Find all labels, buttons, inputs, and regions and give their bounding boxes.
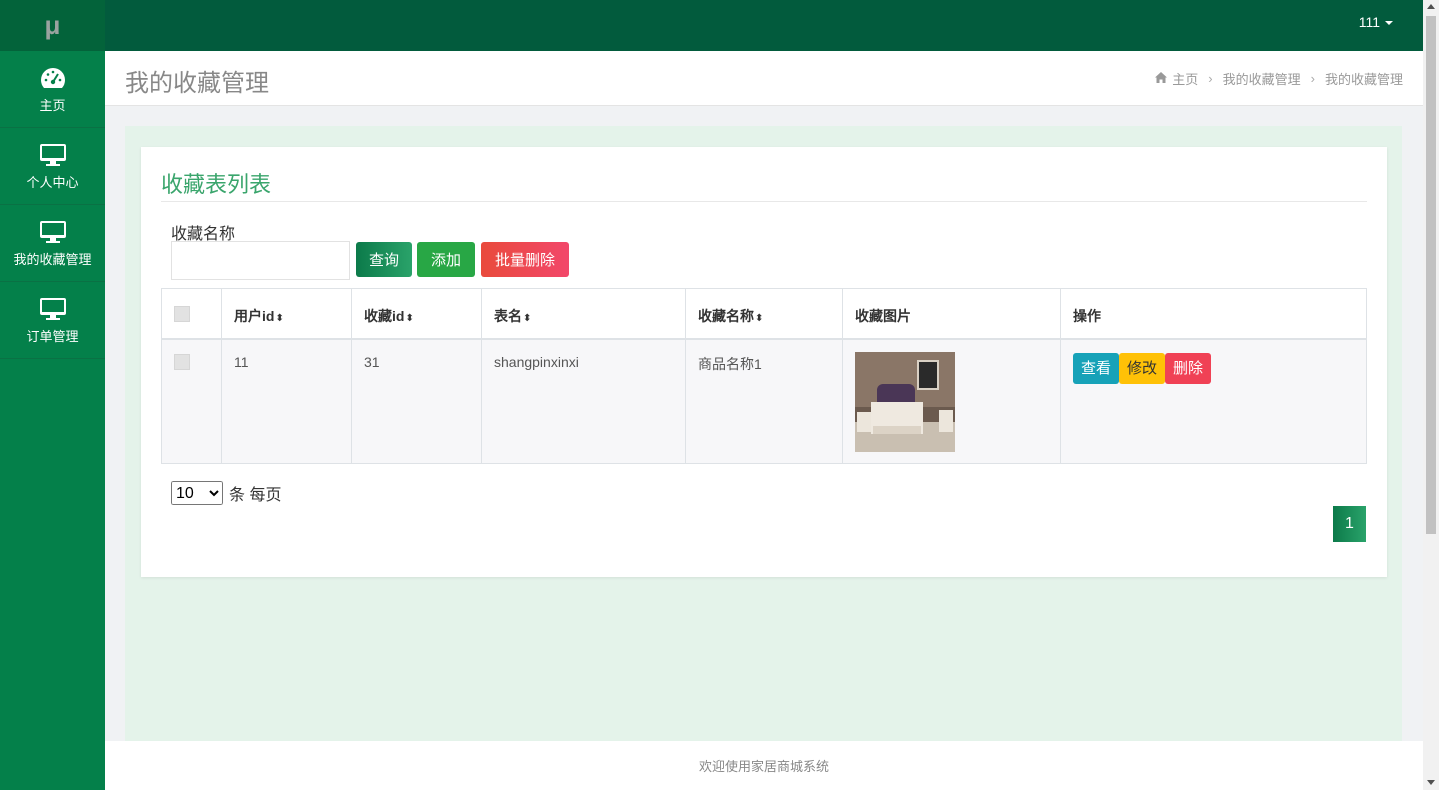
column-header-actions: 操作 [1060, 288, 1367, 340]
add-button[interactable]: 添加 [417, 242, 475, 277]
sort-icon: ⬍ [405, 313, 414, 324]
select-all-cell [161, 288, 222, 340]
sidebar-item-label: 个人中心 [26, 175, 79, 190]
batch-delete-button[interactable]: 批量删除 [481, 242, 569, 277]
breadcrumb: 主页 › 我的收藏管理 › 我的收藏管理 [1155, 69, 1403, 88]
monitor-icon [39, 218, 67, 246]
sort-icon: ⬍ [755, 313, 764, 324]
footer: 欢迎使用家居商城系统 [105, 741, 1423, 790]
cell-actions: 查看 修改 删除 [1060, 338, 1367, 464]
table-header-row: 用户id⬍ 收藏id⬍ 表名⬍ 收藏名称⬍ 收藏图片 操作 [161, 288, 1367, 340]
delete-button[interactable]: 删除 [1165, 352, 1212, 384]
scroll-down-icon[interactable] [1427, 780, 1435, 785]
caret-down-icon [1385, 21, 1393, 26]
monitor-icon [39, 295, 67, 323]
breadcrumb-home[interactable]: 主页 [1172, 69, 1198, 88]
sidebar-item-label: 主页 [39, 98, 66, 113]
pagination-page-1[interactable]: 1 [1333, 506, 1366, 542]
breadcrumb-separator-icon: › [1208, 71, 1213, 86]
column-header-user-id[interactable]: 用户id⬍ [221, 288, 352, 340]
row-select-cell [161, 338, 222, 464]
favorites-table: 用户id⬍ 收藏id⬍ 表名⬍ 收藏名称⬍ 收藏图片 操作 11 31 shan… [161, 288, 1367, 464]
page-size-select[interactable]: 10 [171, 481, 223, 505]
sidebar-item-my-favorites[interactable]: 我的收藏管理 [0, 205, 105, 282]
logo: μ [0, 0, 105, 51]
page-title: 我的收藏管理 [125, 70, 269, 97]
username: 111 [1358, 14, 1380, 30]
cell-fav-image [842, 338, 1061, 464]
sidebar-item-home[interactable]: 主页 [0, 51, 105, 128]
cell-fav-id: 31 [351, 338, 482, 464]
cell-user-id: 11 [221, 338, 352, 464]
search-input[interactable] [171, 241, 350, 280]
divider [161, 201, 1367, 202]
table-row: 11 31 shangpinxinxi 商品名称1 查看 修改 删除 [161, 338, 1367, 464]
breadcrumb-separator-icon: › [1310, 71, 1315, 86]
sort-icon: ⬍ [275, 313, 284, 324]
sidebar-item-label: 订单管理 [26, 329, 79, 344]
breadcrumb-item[interactable]: 我的收藏管理 [1223, 69, 1301, 88]
column-header-fav-id[interactable]: 收藏id⬍ [351, 288, 482, 340]
page-size-control: 10 条 每页 [171, 481, 281, 505]
favorites-card: 收藏表列表 收藏名称 查询 添加 批量删除 用户id⬍ 收藏id⬍ 表名⬍ 收藏… [141, 147, 1387, 577]
sidebar-item-personal-center[interactable]: 个人中心 [0, 128, 105, 205]
user-menu[interactable]: 111 [1359, 14, 1393, 30]
sort-icon: ⬍ [523, 313, 532, 324]
query-button[interactable]: 查询 [356, 242, 412, 277]
column-header-table-name[interactable]: 表名⬍ [481, 288, 686, 340]
breadcrumb-current: 我的收藏管理 [1324, 72, 1403, 87]
card-title: 收藏表列表 [161, 172, 272, 197]
scroll-up-icon[interactable] [1427, 4, 1435, 9]
scrollbar[interactable] [1423, 0, 1439, 790]
edit-button[interactable]: 修改 [1119, 352, 1166, 384]
topbar: 111 [105, 0, 1423, 51]
dashboard-icon [39, 64, 67, 92]
home-icon [1155, 71, 1168, 86]
cell-fav-name: 商品名称1 [685, 338, 843, 464]
footer-text: 欢迎使用家居商城系统 [698, 759, 829, 774]
page-size-suffix: 条 每页 [229, 487, 282, 504]
select-all-checkbox[interactable] [174, 306, 190, 322]
scroll-thumb[interactable] [1426, 16, 1436, 534]
view-button[interactable]: 查看 [1073, 352, 1120, 384]
column-header-fav-image: 收藏图片 [842, 288, 1061, 340]
row-checkbox[interactable] [174, 353, 190, 370]
bedroom-furniture-image [855, 351, 955, 452]
cell-table-name: shangpinxinxi [481, 338, 686, 464]
monitor-icon [39, 141, 67, 169]
sidebar-item-label: 我的收藏管理 [13, 252, 92, 267]
sidebar-item-orders[interactable]: 订单管理 [0, 282, 105, 359]
sidebar: μ 主页 个人中心 我的收藏管理 订单管理 [0, 0, 105, 790]
column-header-fav-name[interactable]: 收藏名称⬍ [685, 288, 843, 340]
page-header: 我的收藏管理 主页 › 我的收藏管理 › 我的收藏管理 [105, 51, 1423, 106]
